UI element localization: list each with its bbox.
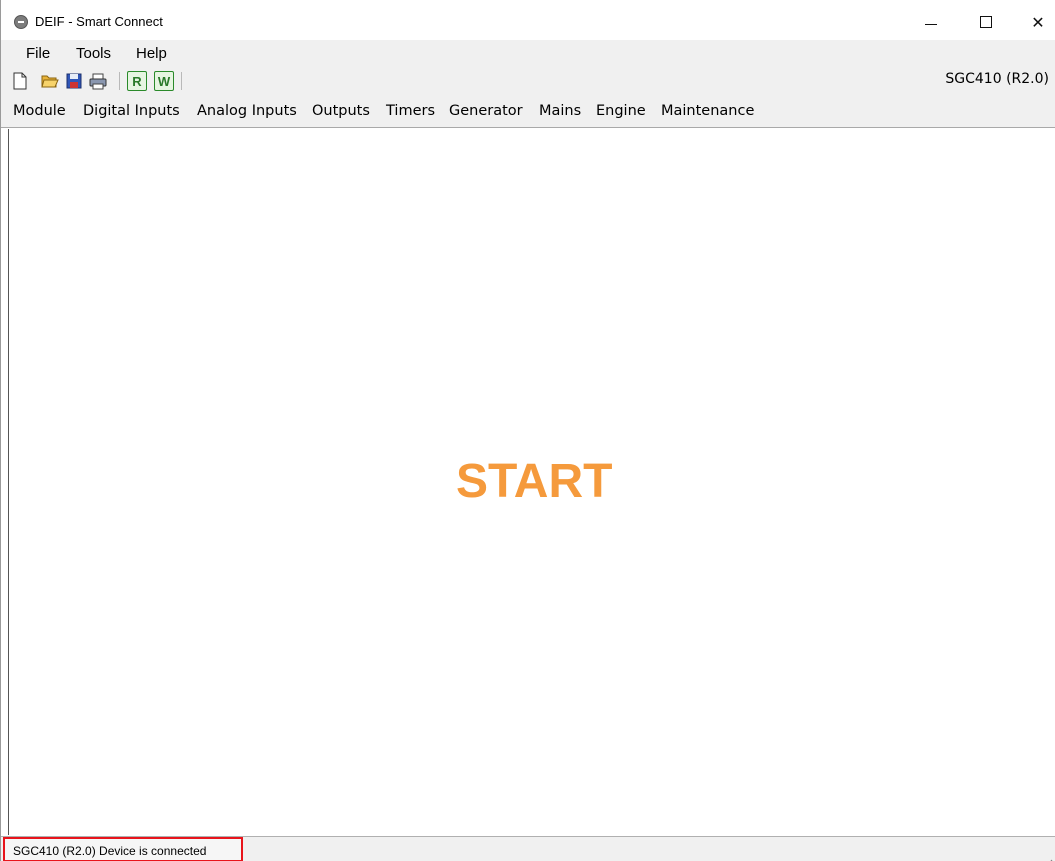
connection-status-text: SGC410 (R2.0) Device is connected [13, 844, 207, 858]
menu-help[interactable]: Help [136, 45, 167, 62]
toolbar-separator [181, 72, 182, 90]
nav-maintenance[interactable]: Maintenance [661, 103, 754, 119]
nav-engine[interactable]: Engine [596, 103, 646, 119]
device-model-label: SGC410 (R2.0) [945, 71, 1049, 87]
deif-logo-icon [14, 15, 28, 29]
new-file-icon[interactable] [11, 72, 29, 90]
nav-digital-inputs[interactable]: Digital Inputs [83, 103, 180, 119]
nav-generator[interactable]: Generator [449, 103, 523, 119]
app-window: DEIF - Smart Connect ✕ File Tools Help R… [0, 0, 1055, 861]
resize-grip-icon[interactable] [1045, 850, 1053, 861]
open-folder-icon[interactable] [41, 72, 59, 90]
window-title: DEIF - Smart Connect [35, 14, 163, 29]
toolbar-separator [119, 72, 120, 90]
maximize-button[interactable] [963, 6, 1009, 38]
title-bar[interactable]: DEIF - Smart Connect ✕ [1, 0, 1055, 40]
minimize-button[interactable] [908, 6, 954, 38]
main-content-area: START [8, 129, 1055, 835]
nav-timers[interactable]: Timers [386, 103, 435, 119]
menu-file[interactable]: File [26, 45, 50, 62]
print-icon[interactable] [89, 72, 107, 90]
read-button[interactable]: R [127, 71, 147, 91]
save-icon[interactable] [65, 72, 83, 90]
status-highlight-box: SGC410 (R2.0) Device is connected [3, 837, 243, 861]
close-button[interactable]: ✕ [1015, 6, 1055, 38]
start-label: START [456, 455, 613, 508]
minimize-icon [925, 23, 937, 25]
menu-tools[interactable]: Tools [76, 45, 111, 62]
nav-analog-inputs[interactable]: Analog Inputs [197, 103, 297, 119]
status-bar: SGC410 (R2.0) Device is connected [1, 836, 1055, 861]
nav-outputs[interactable]: Outputs [312, 103, 370, 119]
nav-mains[interactable]: Mains [539, 103, 581, 119]
write-button[interactable]: W [154, 71, 174, 91]
menu-bar: File Tools Help [1, 40, 1055, 66]
maximize-icon [980, 16, 992, 28]
config-nav-bar: Module Digital Inputs Analog Inputs Outp… [1, 96, 1055, 128]
close-icon: ✕ [1031, 12, 1045, 32]
toolbar: R W SGC410 (R2.0) [1, 66, 1055, 96]
nav-module[interactable]: Module [13, 103, 66, 119]
